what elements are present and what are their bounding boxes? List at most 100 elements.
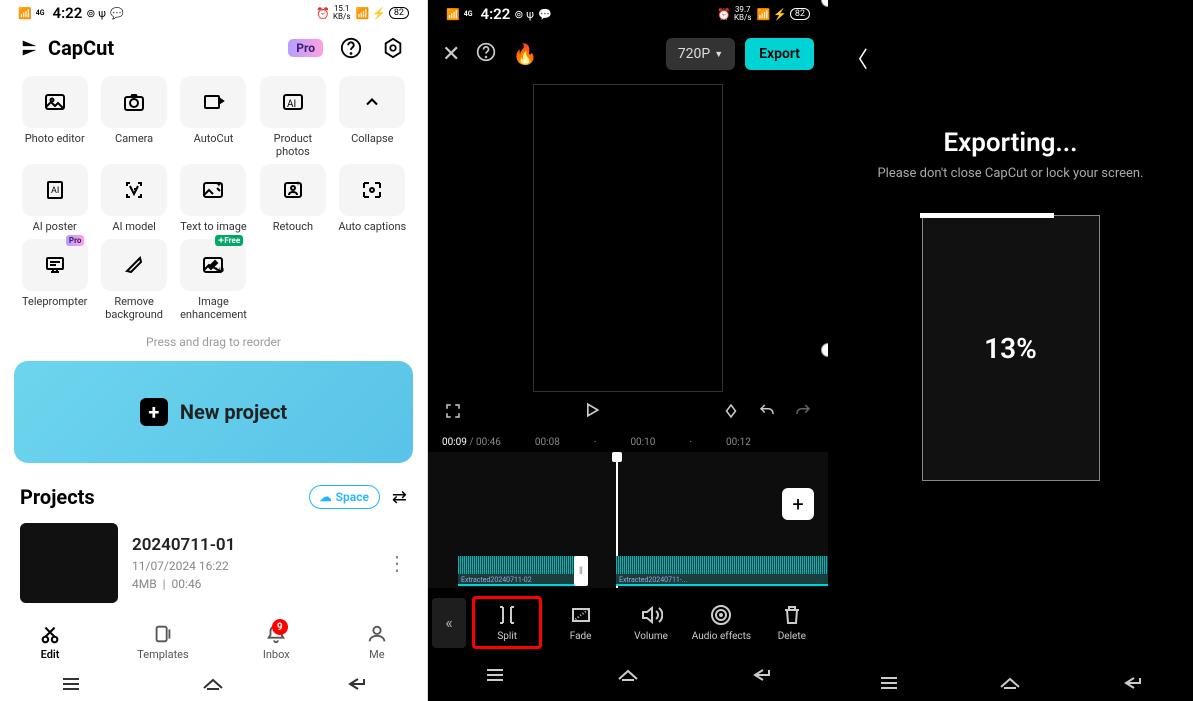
help-icon[interactable] (337, 34, 365, 62)
battery-icon: 82 (790, 8, 810, 20)
space-button[interactable]: ☁Space (309, 485, 380, 509)
project-name: 20240711-01 (132, 535, 373, 555)
project-size: 4MB | 00:46 (132, 577, 373, 591)
project-item[interactable]: 20240711-01 11/07/2024 16:22 4MB | 00:46… (0, 517, 427, 609)
tool-teleprompter[interactable]: ProTeleprompter (18, 239, 91, 321)
projects-title: Projects (20, 485, 95, 509)
wifi-icon: 📶 (355, 7, 369, 20)
tool-text-to-image[interactable]: ✦Text to image (177, 164, 250, 233)
tool-image-enhancement[interactable]: ✦FreeHDImage enhancement (177, 239, 250, 321)
undo-icon[interactable] (758, 402, 776, 424)
status-time: 4:22 (481, 5, 511, 23)
home-icon[interactable] (997, 673, 1023, 693)
audio-clip[interactable]: Extracted20240711-... (616, 556, 828, 586)
svg-text:+: + (296, 180, 300, 188)
tool-fade[interactable]: Fade (548, 599, 612, 646)
export-title: Exporting... (943, 128, 1077, 158)
network-icon: 4G (36, 9, 45, 17)
status-time: 4:22 (53, 4, 83, 22)
svg-text:AI: AI (51, 186, 59, 196)
tool-ai-poster[interactable]: AIAI poster (18, 164, 91, 233)
sort-icon[interactable]: ⇄ (392, 487, 407, 508)
video-preview[interactable] (533, 84, 723, 392)
editor-toolbar: « Split Fade Volume Audio effects Delete (428, 588, 828, 657)
add-track-button[interactable]: + (782, 488, 814, 520)
pro-badge[interactable]: Pro (288, 39, 323, 57)
android-navbar (828, 665, 1193, 701)
timeline-ruler: 00:09 / 00:46 00:08 · 00:10 · 00:12 (428, 433, 828, 452)
tab-templates[interactable]: Templates (137, 623, 188, 661)
close-icon[interactable]: ✕ (442, 42, 460, 67)
cloud-icon: ☁ (320, 490, 332, 504)
keyframe-icon[interactable] (722, 402, 740, 424)
tool-camera[interactable]: Camera (97, 76, 170, 158)
projects-header: Projects ☁Space ⇄ (0, 463, 427, 517)
signal-icon: 📶 (18, 7, 32, 20)
tool-product-photos[interactable]: AIProduct photos (256, 76, 329, 158)
tool-remove-background[interactable]: Remove background (97, 239, 170, 321)
tool-audio-effects[interactable]: Audio effects (689, 599, 753, 646)
tool-autocut[interactable]: AutoCut (177, 76, 250, 158)
tool-delete[interactable]: Delete (760, 599, 824, 646)
svg-text:HD: HD (216, 267, 224, 274)
back-icon[interactable] (1119, 673, 1145, 693)
settings-icon[interactable] (379, 34, 407, 62)
net-speed: 39.7KB/s (734, 6, 751, 22)
back-icon[interactable] (343, 674, 369, 694)
back-icon[interactable] (748, 665, 774, 685)
flame-icon[interactable]: 🔥 (512, 42, 537, 66)
tool-split[interactable]: Split (472, 596, 542, 649)
chat-icon: 💬 (538, 8, 552, 21)
net-speed: 15.1KB/s (333, 5, 350, 21)
battery-icon: 82 (389, 7, 409, 19)
tool-volume[interactable]: Volume (619, 599, 683, 646)
svg-text:AI: AI (287, 99, 296, 110)
editor-header: ✕ 🔥 720P▼ Export (428, 28, 828, 80)
tab-inbox[interactable]: 9Inbox (263, 623, 290, 661)
audio-clip[interactable]: Extracted20240711-02 (458, 556, 586, 586)
back-arrow-icon[interactable]: 〈 (846, 42, 868, 74)
audio-track: Extracted20240711-02 Extracted20240711-.… (458, 556, 828, 586)
export-header: 〈 (828, 28, 1193, 88)
clip-handle[interactable]: ‖ (574, 556, 588, 586)
tab-edit[interactable]: Edit (37, 623, 63, 661)
home-icon[interactable] (615, 665, 641, 685)
recent-apps-icon[interactable] (482, 665, 508, 685)
play-icon[interactable] (582, 400, 602, 425)
tool-collapse[interactable]: Collapse (336, 76, 409, 158)
capcut-logo: CapCut (20, 36, 114, 60)
charging-icon: ⚡ (372, 7, 386, 20)
tab-me[interactable]: Me (364, 623, 390, 661)
export-button[interactable]: Export (745, 38, 814, 70)
fullscreen-icon[interactable] (444, 402, 462, 424)
preview-controls (428, 392, 828, 433)
alarm-icon: ⏰ (316, 7, 330, 20)
collapse-toolbar-button[interactable]: « (432, 598, 466, 648)
resolution-button[interactable]: 720P▼ (666, 38, 735, 70)
tool-retouch[interactable]: +Retouch (256, 164, 329, 233)
status-bar-spacer (828, 0, 1193, 28)
chevron-down-icon: ▼ (714, 49, 723, 60)
tool-ai-model[interactable]: AI model (97, 164, 170, 233)
plus-icon: + (140, 398, 168, 426)
bottom-tabs: Edit Templates 9Inbox Me (0, 617, 427, 667)
android-navbar (428, 657, 828, 693)
tool-photo-editor[interactable]: Photo editor (18, 76, 91, 158)
signal-icon: 📶 (446, 8, 460, 21)
help-icon[interactable] (476, 42, 496, 66)
more-icon[interactable]: ⋮ (387, 551, 407, 575)
status-bar: 📶 4G 4:22 ⊚ ψ 💬 ⏰ 39.7KB/s 📶 ⚡ 82 (428, 0, 828, 28)
tool-auto-captions[interactable]: Auto captions (336, 164, 409, 233)
new-project-button[interactable]: + New project (14, 361, 413, 463)
android-navbar (0, 667, 427, 701)
preview-area (428, 80, 828, 392)
redo-icon[interactable] (794, 402, 812, 424)
recent-apps-icon[interactable] (58, 674, 84, 694)
charging-icon: ⚡ (773, 8, 787, 21)
home-icon[interactable] (200, 674, 226, 694)
status-bar: 📶 4G 4:22 ⊚ ψ 💬 ⏰ 15.1KB/s 📶 ⚡ 82 (0, 0, 427, 26)
timeline[interactable]: + Extracted20240711-02 Extracted20240711… (428, 452, 828, 588)
project-date: 11/07/2024 16:22 (132, 559, 373, 573)
chat-icon: 💬 (110, 7, 124, 20)
recent-apps-icon[interactable] (876, 673, 902, 693)
